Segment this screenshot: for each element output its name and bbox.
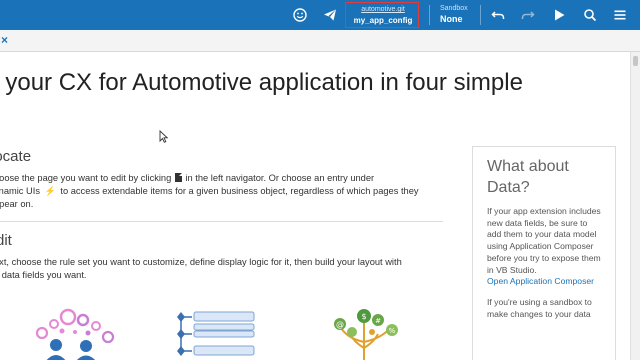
edit-description: ext, choose the rule set you want to cus… bbox=[0, 256, 444, 282]
side-panel-title: What about Data? bbox=[487, 158, 569, 196]
locate-text-part: in the left navigator. Or choose an entr… bbox=[185, 173, 375, 183]
locate-text-part: ynamic UIs bbox=[0, 186, 40, 196]
section-divider bbox=[0, 221, 443, 222]
repository-selector[interactable]: automotive.git my_app_config bbox=[345, 2, 419, 28]
locate-text-part: hoose the page you want to edit by click… bbox=[0, 173, 172, 183]
main-content: nd your CX for Automotive application in… bbox=[0, 52, 630, 360]
page-title-line2: s bbox=[0, 99, 612, 132]
section-title-locate: Locate bbox=[0, 148, 32, 165]
edit-text-line: e data fields you want. bbox=[0, 270, 87, 280]
locate-text-part: to access extendable items for a given b… bbox=[60, 186, 419, 196]
tab-strip: × bbox=[0, 30, 640, 52]
header-divider bbox=[480, 5, 481, 25]
finance-tree-illustration: @ $ # % bbox=[334, 309, 398, 360]
page-title-line1: nd your CX for Automotive application in… bbox=[0, 69, 523, 96]
close-tab-icon[interactable]: × bbox=[1, 33, 8, 47]
undo-icon[interactable] bbox=[489, 6, 507, 24]
scrollbar-thumb[interactable] bbox=[633, 56, 638, 66]
svg-text:$: $ bbox=[361, 312, 366, 321]
mouse-cursor-icon bbox=[159, 130, 168, 143]
app-header: automotive.git my_app_config Sandbox Non… bbox=[0, 0, 640, 30]
side-panel-text: If your app extension includes new data … bbox=[487, 206, 601, 275]
smiley-icon[interactable] bbox=[291, 6, 309, 24]
sandbox-label: Sandbox bbox=[440, 5, 468, 12]
page-icon bbox=[174, 173, 182, 182]
sandbox-value[interactable]: None bbox=[440, 14, 463, 24]
locate-description: hoose the page you want to edit by click… bbox=[0, 172, 444, 211]
page-title: nd your CX for Automotive application in… bbox=[0, 66, 612, 132]
lightning-icon: ⚡ bbox=[44, 186, 56, 196]
data-info-panel: What about Data? If your app extension i… bbox=[472, 146, 616, 360]
svg-text:%: % bbox=[389, 327, 396, 335]
section-title-edit: Edit bbox=[0, 232, 12, 249]
edit-text-line: ext, choose the rule set you want to cus… bbox=[0, 257, 402, 267]
svg-text:#: # bbox=[375, 317, 381, 325]
svg-text:@: @ bbox=[336, 320, 344, 329]
open-app-composer-link[interactable]: Open Application Composer bbox=[487, 276, 603, 288]
redo-icon[interactable] bbox=[519, 6, 537, 24]
menu-icon[interactable] bbox=[611, 6, 629, 24]
tree-diagram-illustration bbox=[177, 311, 255, 356]
search-icon[interactable] bbox=[581, 6, 599, 24]
side-panel-text-2: If you're using a sandbox to make change… bbox=[487, 296, 592, 319]
send-icon[interactable] bbox=[321, 6, 339, 24]
repo-name[interactable]: automotive.git bbox=[346, 6, 420, 13]
branch-name[interactable]: my_app_config bbox=[346, 16, 420, 25]
run-icon[interactable] bbox=[550, 6, 568, 24]
people-network-illustration bbox=[35, 308, 115, 360]
header-divider bbox=[429, 5, 430, 25]
vertical-scrollbar[interactable] bbox=[630, 52, 640, 360]
locate-text-part: ppear on. bbox=[0, 199, 34, 209]
